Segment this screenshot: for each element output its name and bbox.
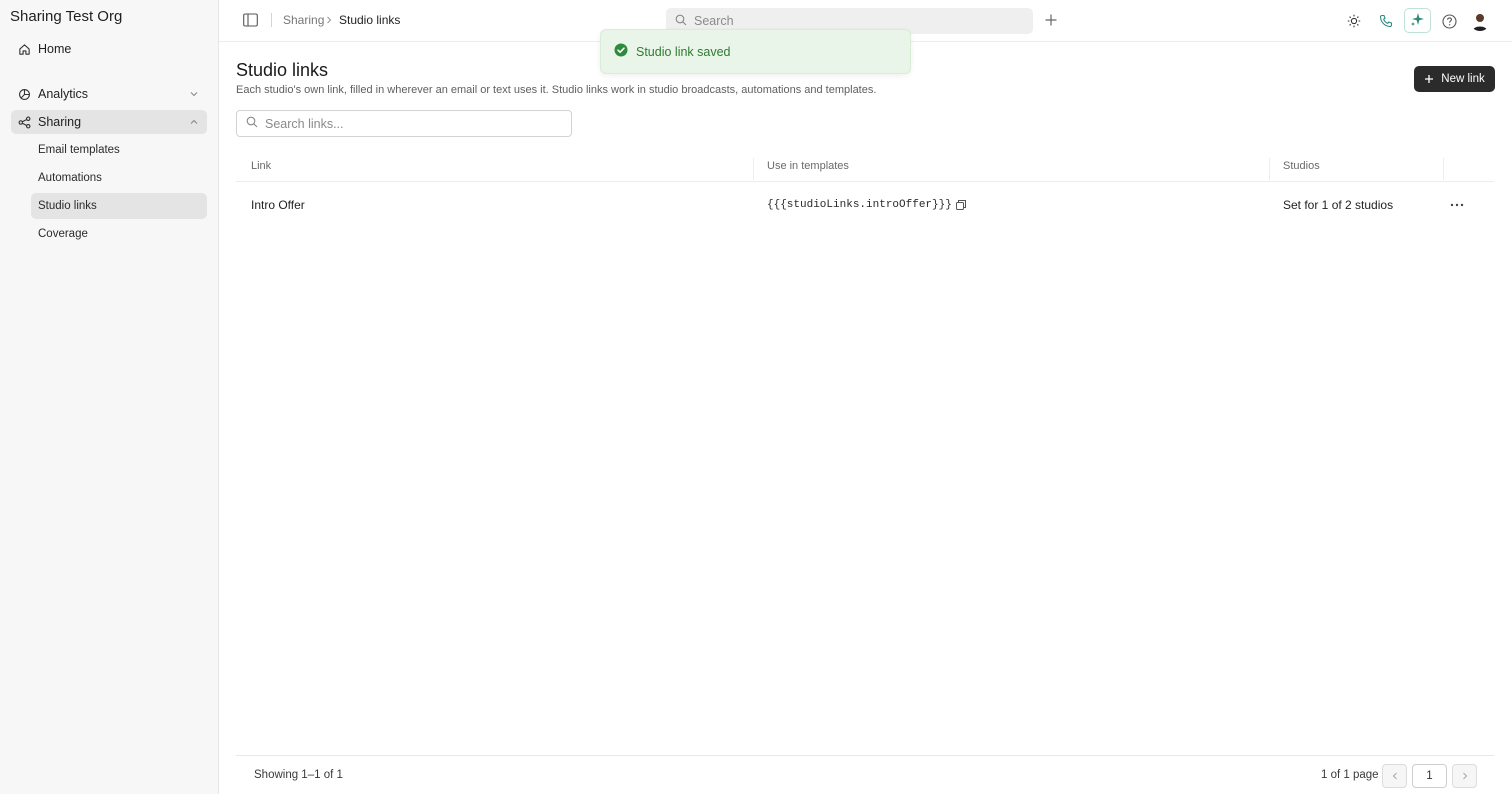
next-page-button[interactable] xyxy=(1452,764,1477,788)
page-description: Each studio's own link, filled in wherev… xyxy=(236,84,877,96)
page-info: 1 of 1 page xyxy=(1321,769,1379,781)
avatar[interactable] xyxy=(1470,11,1490,31)
chevron-right-icon xyxy=(1460,769,1470,784)
sidebar-item-home[interactable]: Home xyxy=(11,37,207,61)
search-icon xyxy=(246,116,258,131)
new-link-label: New link xyxy=(1441,73,1485,85)
sparkle-icon xyxy=(1410,12,1425,30)
plus-icon[interactable] xyxy=(1043,12,1059,28)
copy-icon[interactable] xyxy=(955,199,967,211)
check-circle-icon xyxy=(614,43,628,60)
page-title: Studio links xyxy=(236,60,329,80)
sidebar-item-automations[interactable]: Automations xyxy=(31,165,207,191)
link-name[interactable]: Intro Offer xyxy=(251,198,305,212)
divider xyxy=(271,13,272,27)
ai-assistant-button[interactable] xyxy=(1404,8,1431,33)
breadcrumb-parent[interactable]: Sharing xyxy=(283,13,324,27)
share-icon xyxy=(18,116,31,129)
column-header-use-in-templates[interactable]: Use in templates xyxy=(767,160,849,172)
chevron-left-icon xyxy=(1390,769,1400,784)
new-link-button[interactable]: New link xyxy=(1414,66,1495,92)
sidebar: Sharing Test Org Home Analytics Sharing … xyxy=(0,0,219,794)
home-icon xyxy=(18,43,31,56)
help-icon[interactable] xyxy=(1439,11,1459,31)
sidebar-item-label: Sharing xyxy=(38,115,82,129)
search-placeholder: Search xyxy=(694,14,734,28)
showing-count: Showing 1–1 of 1 xyxy=(254,769,343,781)
links-search-input[interactable] xyxy=(265,116,555,131)
breadcrumb-current: Studio links xyxy=(339,13,401,27)
studios-coverage: Set for 1 of 2 studios xyxy=(1283,198,1394,212)
column-header-link[interactable]: Link xyxy=(251,160,271,172)
page-number-input[interactable]: 1 xyxy=(1412,764,1447,788)
chevron-up-icon xyxy=(188,116,200,128)
more-options-icon[interactable] xyxy=(1449,197,1465,213)
column-divider xyxy=(1269,158,1270,180)
sidebar-item-studio-links[interactable]: Studio links xyxy=(31,193,207,219)
prev-page-button[interactable] xyxy=(1382,764,1407,788)
template-variable: {{{studioLinks.introOffer}}} xyxy=(767,199,952,211)
sidebar-item-label: Home xyxy=(38,42,72,56)
org-name[interactable]: Sharing Test Org xyxy=(10,8,122,25)
table-footer: Showing 1–1 of 1 1 of 1 page 1 xyxy=(236,755,1494,794)
chevron-down-icon xyxy=(188,88,200,100)
phone-icon[interactable] xyxy=(1376,11,1396,31)
column-header-studios[interactable]: Studios xyxy=(1283,160,1320,172)
sidebar-item-sharing[interactable]: Sharing xyxy=(11,110,207,134)
sun-icon[interactable] xyxy=(1344,11,1364,31)
toast-notification: Studio link saved xyxy=(600,29,911,74)
links-search-field xyxy=(236,110,572,137)
sidebar-item-analytics[interactable]: Analytics xyxy=(11,82,207,106)
table-header: Link Use in templates Studios xyxy=(236,150,1494,182)
analytics-icon xyxy=(18,88,31,101)
column-divider xyxy=(1443,158,1444,180)
sidebar-item-coverage[interactable]: Coverage xyxy=(31,221,207,247)
sidebar-item-label: Analytics xyxy=(38,87,89,101)
table-row[interactable]: Intro Offer {{{studioLinks.introOffer}}}… xyxy=(236,183,1494,227)
chevron-right-icon xyxy=(324,14,334,26)
sidebar-item-email-templates[interactable]: Email templates xyxy=(31,137,207,163)
toast-message: Studio link saved xyxy=(636,44,731,59)
column-divider xyxy=(753,158,754,180)
sidebar-toggle-icon[interactable] xyxy=(243,13,258,27)
search-icon xyxy=(675,14,687,29)
plus-icon xyxy=(1424,74,1434,84)
